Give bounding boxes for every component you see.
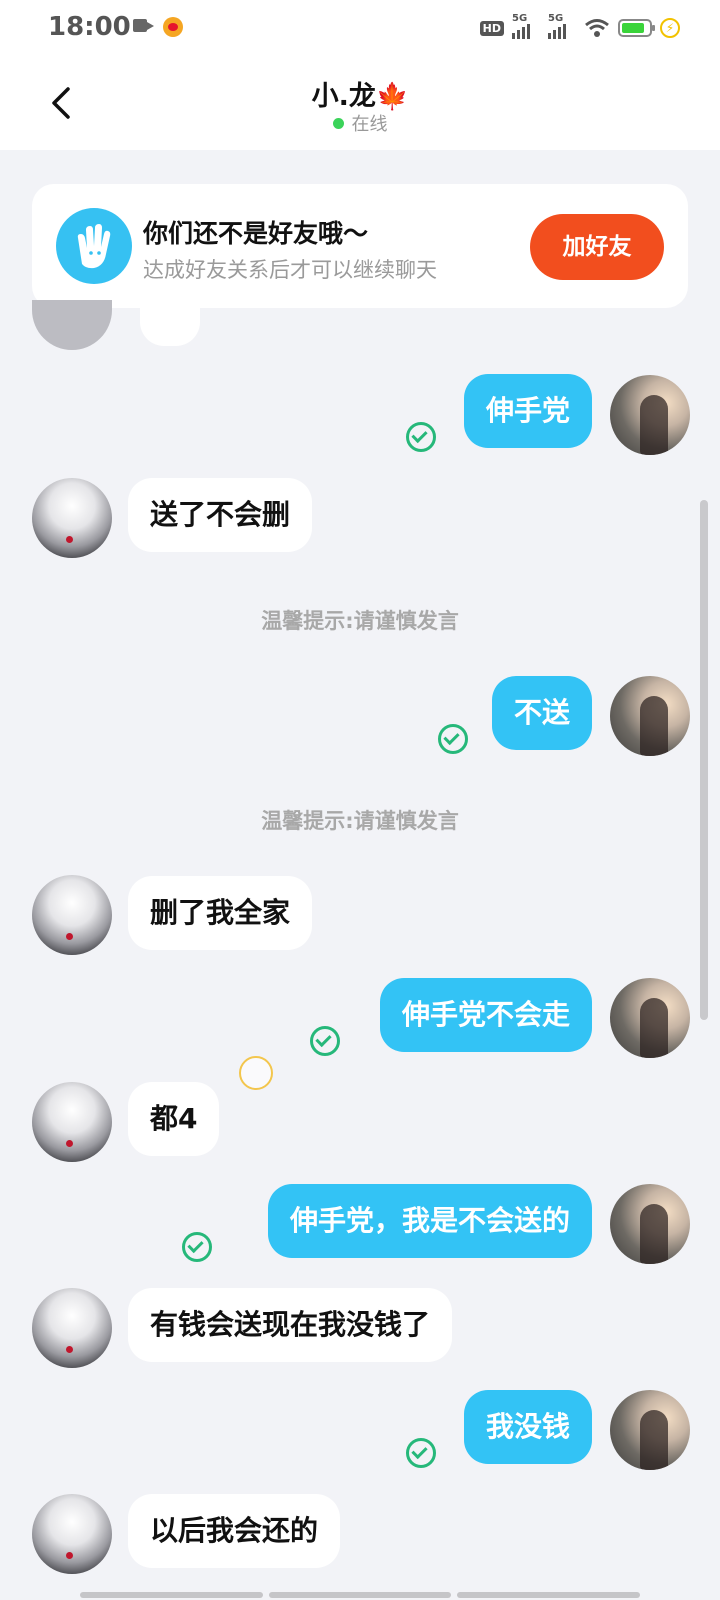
touch-indicator <box>239 1056 273 1090</box>
read-check-icon <box>310 1026 340 1056</box>
status-time: 18:00 <box>48 12 131 42</box>
toolbar-segment <box>457 1592 641 1598</box>
read-check-icon <box>406 1438 436 1468</box>
network-type-label: 5G <box>548 13 564 24</box>
message-bubble[interactable]: 不送 <box>491 676 592 750</box>
contact-name-text: 小.龙 <box>311 81 376 112</box>
signal-icon: 5G <box>548 13 576 39</box>
toolbar-segment <box>268 1592 452 1598</box>
banner-subtitle: 达成好友关系后才可以继续聊天 <box>143 258 437 282</box>
avatar[interactable] <box>610 375 690 455</box>
video-camera-icon <box>133 19 154 32</box>
avatar[interactable] <box>32 1494 112 1574</box>
signal-icon: 5G <box>512 13 540 39</box>
battery-icon <box>618 19 655 37</box>
avatar[interactable] <box>610 978 690 1058</box>
bottom-toolbar-edge <box>80 1592 641 1598</box>
message-bubble[interactable]: 删了我全家 <box>128 876 313 950</box>
add-friend-button[interactable]: 加好友 <box>530 214 664 280</box>
avatar[interactable] <box>610 1184 690 1264</box>
charging-icon: ⚡ <box>660 18 680 38</box>
presence-text: 在线 <box>351 114 388 135</box>
message-bubble[interactable] <box>140 300 200 346</box>
read-check-icon <box>182 1232 212 1262</box>
maple-leaf-icon: 🍁 <box>375 82 409 112</box>
toolbar-segment <box>80 1592 263 1598</box>
avatar[interactable] <box>32 1288 112 1368</box>
presence-status: 在线 <box>0 110 720 136</box>
status-bar: 18:00 HD 5G 5G ⚡ <box>0 0 720 56</box>
hd-voice-icon: HD <box>479 20 504 36</box>
read-check-icon <box>406 422 436 452</box>
message-bubble[interactable]: 伸手党不会走 <box>379 978 592 1052</box>
avatar[interactable] <box>610 1390 690 1470</box>
add-friend-banner: 你们还不是好友哦～ 达成好友关系后才可以继续聊天 加好友 <box>32 184 688 308</box>
avatar[interactable] <box>32 300 112 350</box>
avatar[interactable] <box>32 478 112 558</box>
avatar[interactable] <box>610 676 690 756</box>
wifi-icon <box>585 19 609 37</box>
avatar[interactable] <box>32 1082 112 1162</box>
message-bubble[interactable]: 都4 <box>128 1082 220 1156</box>
message-bubble[interactable]: 送了不会删 <box>128 478 313 552</box>
system-tip: 温馨提示:请谨慎发言 <box>261 609 459 633</box>
waving-hand-icon <box>56 208 132 284</box>
system-tip: 温馨提示:请谨慎发言 <box>261 809 459 833</box>
scrollbar[interactable] <box>700 500 708 1020</box>
read-check-icon <box>438 724 468 754</box>
avatar[interactable] <box>32 875 112 955</box>
contact-name[interactable]: 小.龙🍁 <box>0 74 720 113</box>
chat-header: 小.龙🍁 在线 <box>0 56 720 150</box>
message-bubble[interactable]: 我没钱 <box>463 1390 592 1464</box>
banner-title: 你们还不是好友哦～ <box>143 219 369 248</box>
online-dot-icon <box>332 117 344 129</box>
network-type-label: 5G <box>512 13 528 24</box>
message-bubble[interactable]: 有钱会送现在我没钱了 <box>128 1288 453 1362</box>
status-icons: HD 5G 5G ⚡ <box>479 13 680 42</box>
message-bubble[interactable]: 伸手党 <box>463 374 592 448</box>
message-bubble[interactable]: 以后我会还的 <box>128 1494 341 1568</box>
weibo-icon <box>163 17 183 37</box>
message-bubble[interactable]: 伸手党，我是不会送的 <box>267 1184 592 1258</box>
